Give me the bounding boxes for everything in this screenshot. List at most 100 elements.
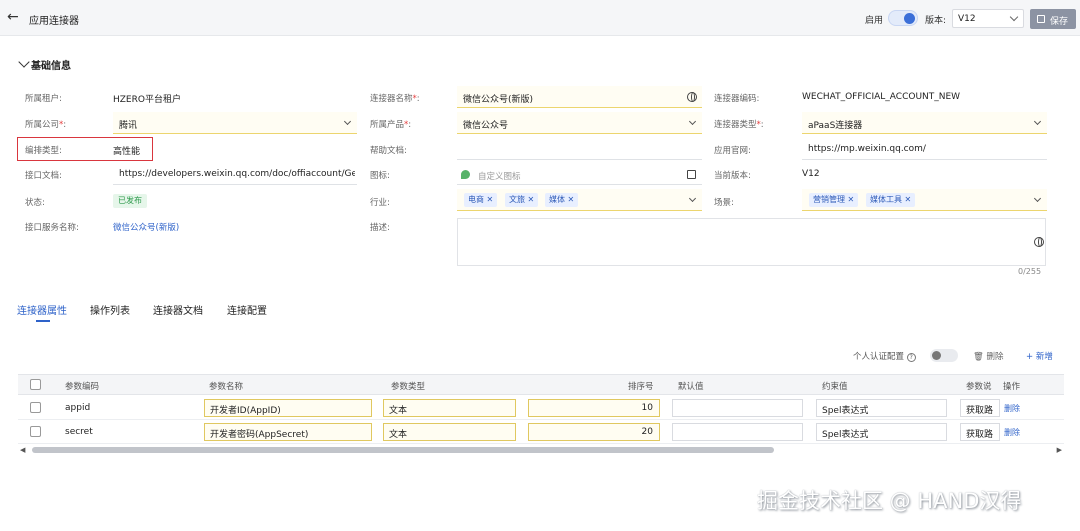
icon-label: 图标: (370, 171, 390, 181)
help-icon: ? (906, 353, 916, 362)
service-name-link[interactable]: 微信公众号(新版) (113, 221, 179, 233)
param-code: secret (65, 427, 93, 437)
tab-connector-properties[interactable]: 连接器属性 (17, 302, 67, 317)
param-code: appid (65, 403, 91, 413)
industry-tag: 媒体 ✕ (545, 193, 579, 207)
globe-icon[interactable] (1034, 237, 1044, 247)
product-select[interactable]: 微信公众号 (457, 112, 702, 134)
param-order-input[interactable]: 10 (528, 399, 660, 417)
scenario-tag: 营销管理 ✕ (809, 193, 859, 207)
save-button[interactable]: 保存 (1030, 9, 1076, 29)
top-bar: ← 应用连接器 启用 版本: V12 保存 (0, 0, 1080, 36)
status-label: 状态: (25, 198, 45, 208)
scroll-right-icon[interactable]: ▶ (1057, 446, 1062, 454)
trash-icon: 🗑 (973, 352, 984, 362)
description-textarea[interactable] (457, 218, 1046, 266)
table-row: secret 开发者密码(AppSecret) 文本 20 Spel表达式 获取… (18, 420, 1064, 444)
scroll-thumb[interactable] (32, 447, 774, 453)
help-doc-label: 帮助文档: (370, 146, 407, 156)
table-header: 参数编码 参数名称 参数类型 排序号 默认值 约束值 参数说 操作 (18, 375, 1064, 395)
select-all-checkbox[interactable] (30, 379, 41, 390)
tab-connection-config[interactable]: 连接配置 (227, 302, 267, 317)
param-order-input[interactable]: 20 (528, 423, 660, 441)
chevron-down-icon (688, 194, 697, 203)
version-value: V12 (958, 14, 976, 24)
chevron-down-icon[interactable] (18, 56, 30, 68)
company-select[interactable]: 腾讯 (113, 112, 357, 134)
connector-type-value: aPaaS连接器 (808, 121, 863, 131)
row-checkbox[interactable] (30, 426, 41, 437)
close-icon[interactable]: ✕ (905, 195, 912, 204)
connector-name-input[interactable]: 微信公众号(新版) (457, 86, 702, 108)
version-select[interactable]: V12 (952, 9, 1024, 28)
orchestration-type-label: 编排类型: (25, 146, 62, 156)
active-tab-indicator (36, 320, 50, 322)
help-doc-input[interactable] (457, 138, 702, 160)
scroll-left-icon[interactable]: ◀ (20, 446, 25, 454)
api-doc-input[interactable]: https://developers.weixin.qq.com/doc/off… (113, 163, 357, 185)
version-label: 版本: (925, 16, 947, 26)
website-input[interactable]: https://mp.weixin.qq.com/ (802, 138, 1047, 160)
param-default-input[interactable] (672, 423, 803, 441)
tenant-label: 所属租户: (25, 94, 62, 104)
service-name-label: 接口服务名称: (25, 223, 79, 233)
company-label: 所属公司*: (25, 120, 67, 130)
chevron-down-icon (1033, 117, 1042, 126)
icon-placeholder: 自定义图标 (478, 172, 521, 182)
close-icon[interactable]: ✕ (487, 195, 494, 204)
param-desc-input[interactable]: 获取路 (960, 399, 1000, 417)
param-constraint-input[interactable]: Spel表达式 (816, 399, 947, 417)
section-title: 基础信息 (31, 61, 71, 72)
connector-code-value: WECHAT_OFFICIAL_ACCOUNT_NEW (802, 92, 961, 102)
horizontal-scrollbar[interactable]: ◀ ▶ (18, 446, 1064, 454)
column-header: 排序号 (628, 382, 654, 392)
param-type-select[interactable]: 文本 (383, 399, 516, 417)
connector-name-value: 微信公众号(新版) (463, 95, 534, 105)
save-icon (1037, 15, 1045, 23)
tenant-value: HZERO平台租户 (113, 95, 181, 105)
api-doc-label: 接口文档: (25, 171, 62, 181)
row-delete-link[interactable]: 删除 (1004, 403, 1020, 414)
tab-connector-docs[interactable]: 连接器文档 (153, 302, 203, 317)
column-header: 参数编码 (65, 382, 100, 392)
table-row: appid 开发者ID(AppID) 文本 10 Spel表达式 获取路 删除 (18, 396, 1064, 420)
website-value: https://mp.weixin.qq.com/ (808, 144, 926, 154)
connector-type-label: 连接器类型*: (714, 120, 764, 130)
column-header: 约束值 (822, 382, 848, 392)
personal-auth-toggle[interactable] (930, 349, 958, 362)
industry-tag: 电商 ✕ (464, 193, 498, 207)
enable-toggle[interactable] (888, 10, 918, 26)
globe-icon[interactable] (687, 92, 697, 102)
chevron-down-icon (343, 117, 352, 126)
close-icon[interactable]: ✕ (568, 195, 575, 204)
param-name-input[interactable]: 开发者ID(AppID) (204, 399, 372, 417)
param-type-select[interactable]: 文本 (383, 423, 516, 441)
chevron-down-icon (1033, 194, 1042, 203)
column-header: 参数类型 (391, 382, 426, 392)
delete-button[interactable]: 🗑 删除 (973, 350, 1004, 362)
add-button[interactable]: + 新增 (1026, 350, 1053, 362)
param-desc-input[interactable]: 获取路 (960, 423, 1000, 441)
image-icon (461, 170, 470, 179)
toggle-knob (904, 13, 915, 24)
status-badge: 已发布 (113, 194, 147, 208)
chevron-down-icon (688, 117, 697, 126)
edit-icon[interactable] (687, 170, 696, 179)
company-value: 腾讯 (119, 121, 138, 131)
param-name-input[interactable]: 开发者密码(AppSecret) (204, 423, 372, 441)
params-table: 参数编码 参数名称 参数类型 排序号 默认值 约束值 参数说 操作 appid … (18, 374, 1064, 446)
connector-type-select[interactable]: aPaaS连接器 (802, 112, 1047, 134)
back-arrow-icon[interactable]: ← (7, 10, 23, 24)
description-label: 描述: (370, 223, 390, 233)
tab-operation-list[interactable]: 操作列表 (90, 302, 130, 317)
param-default-input[interactable] (672, 399, 803, 417)
current-version-label: 当前版本: (714, 171, 751, 181)
row-checkbox[interactable] (30, 402, 41, 413)
param-constraint-input[interactable]: Spel表达式 (816, 423, 947, 441)
close-icon[interactable]: ✕ (848, 195, 855, 204)
current-version-value: V12 (802, 169, 820, 179)
row-delete-link[interactable]: 删除 (1004, 427, 1020, 438)
scenario-label: 场景: (714, 198, 734, 208)
product-value: 微信公众号 (463, 121, 509, 131)
close-icon[interactable]: ✕ (528, 195, 535, 204)
